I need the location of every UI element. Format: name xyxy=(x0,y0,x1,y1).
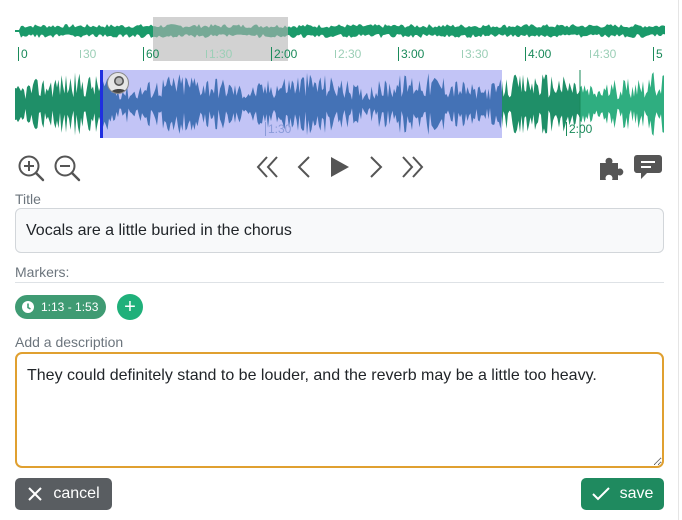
timeline-tick: 2:00 xyxy=(271,47,297,61)
window-border xyxy=(678,0,679,520)
close-icon xyxy=(28,487,43,501)
cancel-button[interactable]: cancel xyxy=(15,478,112,510)
double-chevron-right-icon[interactable] xyxy=(400,155,424,179)
title-input[interactable] xyxy=(15,208,664,253)
timeline-tick: 4:30 xyxy=(590,47,616,61)
zoom-tick: 1:30 xyxy=(265,122,291,136)
check-icon xyxy=(591,487,610,501)
timeline-tick: 60 xyxy=(143,47,159,61)
plus-icon: + xyxy=(124,296,136,318)
overview-timeline: 0 30 60 1:30 2:00 2:30 3:00 3:30 4:00 4:30 5 xyxy=(15,47,665,65)
save-label: save xyxy=(619,485,654,502)
comment-region[interactable] xyxy=(100,70,502,138)
play-icon[interactable] xyxy=(329,155,351,179)
chevron-right-icon[interactable] xyxy=(368,155,384,179)
description-textarea[interactable]: They could definitely stand to be louder… xyxy=(15,352,664,468)
cancel-label: cancel xyxy=(53,485,100,502)
marker-range: 1:13 - 1:53 xyxy=(41,300,99,314)
save-button[interactable]: save xyxy=(581,478,664,510)
puzzle-icon[interactable] xyxy=(597,152,627,182)
chevron-left-icon[interactable] xyxy=(296,155,312,179)
timeline-tick: 5 xyxy=(653,47,663,61)
overview-wave xyxy=(15,24,665,38)
title-label: Title xyxy=(15,191,41,207)
comment-icon[interactable] xyxy=(633,153,663,181)
avatar xyxy=(107,72,129,94)
marker-badge[interactable]: 1:13 - 1:53 xyxy=(15,295,107,319)
zoom-tick: 2:00 xyxy=(566,122,592,136)
timeline-tick: 30 xyxy=(80,47,96,61)
markers-label: Markers: xyxy=(15,264,70,280)
description-label: Add a description xyxy=(15,334,124,350)
zoom-in-icon[interactable] xyxy=(17,154,45,182)
overview-waveform[interactable]: 0 30 60 1:30 2:00 2:30 3:00 3:30 4:00 4:30 5 xyxy=(15,15,665,63)
timeline-tick: 2:30 xyxy=(335,47,361,61)
double-chevron-left-icon[interactable] xyxy=(256,155,280,179)
add-marker-button[interactable]: + xyxy=(117,294,143,320)
timeline-tick: 3:30 xyxy=(462,47,488,61)
zoomed-wave-segment xyxy=(15,72,102,136)
timeline-tick: 4:00 xyxy=(525,47,551,61)
timeline-tick: 0 xyxy=(18,47,28,61)
clock-icon xyxy=(22,301,34,313)
timeline-tick: 3:00 xyxy=(398,47,424,61)
zoomed-waveform[interactable]: 1:30 2:00 xyxy=(15,68,665,140)
zoomed-wave-segment xyxy=(580,72,664,136)
markers-divider xyxy=(15,282,664,283)
timeline-tick: 1:30 xyxy=(206,47,232,61)
zoom-out-icon[interactable] xyxy=(53,154,81,182)
